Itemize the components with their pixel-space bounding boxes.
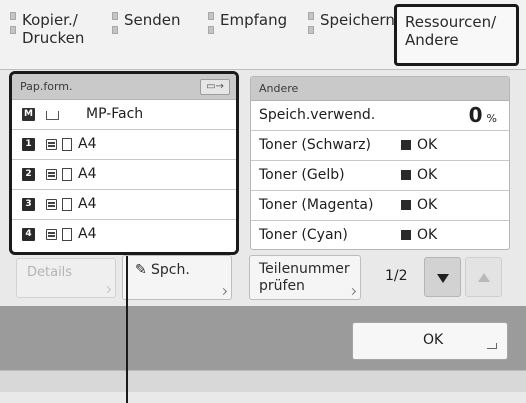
tab-label: Ressourcen/Andere <box>405 13 497 49</box>
toner-label: Toner (Magenta) <box>259 197 374 213</box>
tab-copy-print[interactable]: Kopier./Drucken <box>10 8 98 64</box>
tab-send[interactable]: Senden <box>112 8 188 64</box>
tab-store[interactable]: Speichern <box>308 8 395 64</box>
other-status-panel: Andere Speich.verwend. 0% Toner (Schwarz… <box>250 76 510 250</box>
ok-label: OK <box>423 332 444 348</box>
paper-type-icon <box>46 199 57 210</box>
tray-select-icon[interactable]: ▭→ <box>200 79 230 95</box>
arrow-up-icon <box>478 273 490 282</box>
paper-type-icon <box>46 169 57 180</box>
paper-row-drawer-3[interactable]: 3 A4 <box>12 190 236 220</box>
tray-number-badge: 2 <box>22 168 35 181</box>
tab-label: Speichern <box>320 11 395 29</box>
tab-resources-other[interactable]: Ressourcen/Andere <box>394 4 519 66</box>
toner-row-cyan: Toner (Cyan) OK <box>251 221 509 249</box>
other-panel-title: Andere <box>259 82 299 95</box>
tray-number-badge: 3 <box>22 198 35 211</box>
memory-usage-value: 0% <box>468 103 497 127</box>
toner-status: OK <box>401 221 437 249</box>
paper-type-icon <box>46 229 57 240</box>
toner-cartridge-icon <box>401 170 411 180</box>
memory-usage-label: Speich.verwend. <box>259 107 376 123</box>
tab-label: Empfang <box>220 11 288 29</box>
toner-status: OK <box>401 161 437 190</box>
paper-source-label: MP-Fach <box>86 106 144 122</box>
toner-row-black: Toner (Schwarz) OK <box>251 131 509 161</box>
save-button[interactable]: ✎ Spch. <box>122 255 232 300</box>
callout-line <box>126 256 128 403</box>
tray-number-badge: M <box>22 108 35 121</box>
paper-size-panel: Pap.form. ▭→ M MP-Fach 1 A4 2 A4 3 A4 4 <box>9 71 239 255</box>
paper-row-mp-tray[interactable]: M MP-Fach <box>12 100 236 130</box>
mp-tray-icon <box>46 111 59 120</box>
arrow-down-icon <box>437 274 449 283</box>
toner-status: OK <box>401 131 437 160</box>
page-indicator: 1/2 <box>385 268 408 284</box>
toner-label: Toner (Schwarz) <box>259 137 371 153</box>
save-label: Spch. <box>151 262 190 278</box>
tab-bar: Kopier./Drucken Senden Empfang Speichern… <box>0 0 526 70</box>
tab-indicator-icon <box>10 12 16 40</box>
check-part-number-button[interactable]: Teilenummer prüfen <box>249 255 361 300</box>
toner-cartridge-icon <box>401 200 411 210</box>
chevron-right-icon <box>348 287 357 296</box>
paper-size-label: A4 <box>78 136 97 152</box>
status-strip <box>0 370 526 392</box>
tab-receive[interactable]: Empfang <box>208 8 290 64</box>
details-button[interactable]: Details <box>16 258 116 298</box>
check-part-number-label: Teilenummer prüfen <box>259 261 350 294</box>
page-up-button[interactable] <box>465 257 502 297</box>
toner-cartridge-icon <box>401 140 411 150</box>
tab-indicator-icon <box>308 12 314 40</box>
tab-label: Senden <box>124 11 181 29</box>
memory-usage-row: Speich.verwend. 0% <box>251 101 509 131</box>
paper-row-drawer-4[interactable]: 4 A4 <box>12 220 236 250</box>
paper-sheet-icon <box>62 138 72 151</box>
device-screen: Kopier./Drucken Senden Empfang Speichern… <box>0 0 526 403</box>
enter-icon <box>487 343 497 349</box>
tab-indicator-icon <box>112 12 118 40</box>
paper-size-label: A4 <box>78 196 97 212</box>
paper-sheet-icon <box>62 198 72 211</box>
paper-size-label: A4 <box>78 166 97 182</box>
paper-sheet-icon <box>62 168 72 181</box>
paper-sheet-icon <box>62 228 72 241</box>
toner-status: OK <box>401 191 437 220</box>
details-label: Details <box>27 265 73 280</box>
tray-number-badge: 1 <box>22 138 35 151</box>
tray-number-badge: 4 <box>22 228 35 241</box>
tab-label: Kopier./Drucken <box>22 11 85 47</box>
chevron-right-icon <box>219 287 228 296</box>
toner-row-yellow: Toner (Gelb) OK <box>251 161 509 191</box>
toner-row-magenta: Toner (Magenta) OK <box>251 191 509 221</box>
paper-size-label: A4 <box>78 226 97 242</box>
other-panel-header: Andere <box>251 77 509 101</box>
page-down-button[interactable] <box>424 257 461 297</box>
paper-row-drawer-1[interactable]: 1 A4 <box>12 130 236 160</box>
paper-panel-title: Pap.form. <box>20 80 73 93</box>
tab-indicator-icon <box>208 12 214 40</box>
paper-panel-header: Pap.form. ▭→ <box>12 74 236 100</box>
paper-type-icon <box>46 139 57 150</box>
pencil-icon: ✎ <box>135 262 147 278</box>
chevron-right-icon <box>103 285 112 294</box>
toner-cartridge-icon <box>401 230 411 240</box>
ok-button[interactable]: OK <box>352 322 508 360</box>
toner-label: Toner (Gelb) <box>259 167 345 183</box>
toner-label: Toner (Cyan) <box>259 227 348 243</box>
paper-row-drawer-2[interactable]: 2 A4 <box>12 160 236 190</box>
